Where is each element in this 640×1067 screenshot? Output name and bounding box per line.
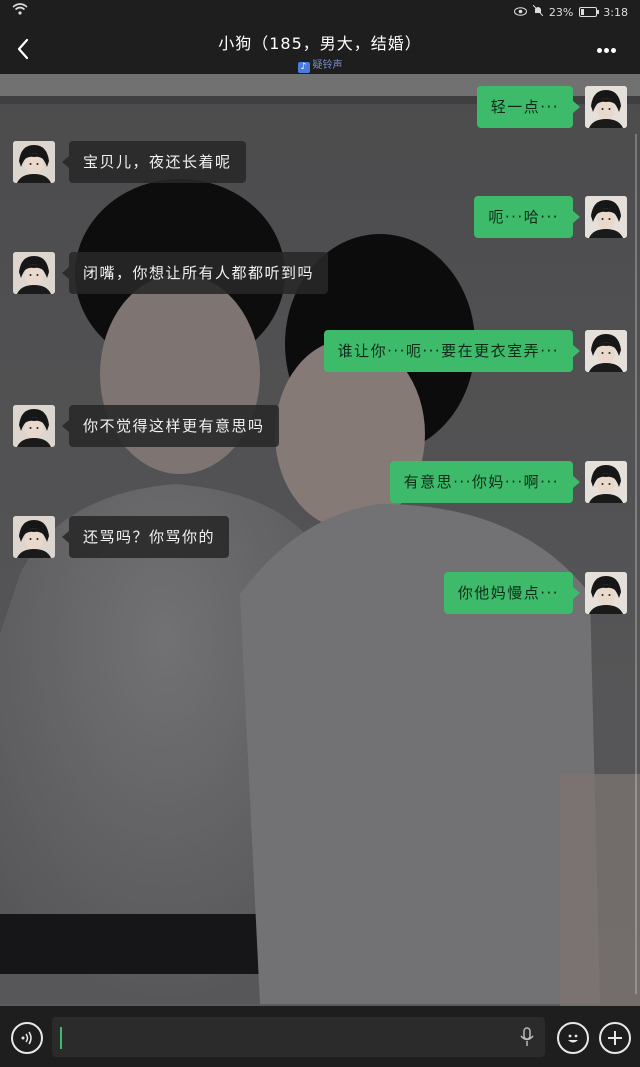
wifi-icon [12,3,28,18]
message-input[interactable] [52,1017,545,1057]
eye-icon [513,6,527,19]
chevron-left-icon [17,38,29,60]
battery-icon [579,7,600,17]
message-received: 宝贝儿，夜还长着呢 [13,141,246,183]
mute-bell-icon [532,4,544,19]
contact-avatar[interactable] [13,405,55,447]
chat-header: 小狗（185，男大，结婚） ♪ 疑铃声 [0,24,640,74]
back-button[interactable] [10,34,38,64]
message-sent: 谁让你···呃···要在更衣室弄··· [323,330,627,372]
plus-button[interactable] [599,1022,631,1054]
emoji-button[interactable] [557,1022,589,1054]
voice-button[interactable] [11,1022,43,1054]
message-sent: 呃···哈··· [474,196,627,238]
message-bubble[interactable]: 你不觉得这样更有意思吗 [62,405,279,447]
contact-avatar[interactable] [13,141,55,183]
message-bubble[interactable]: 宝贝儿，夜还长着呢 [62,141,246,183]
microphone-icon[interactable] [519,1027,535,1047]
my-avatar[interactable] [585,461,627,503]
clock: 3:18 [603,5,628,19]
message-sent: 有意思···你妈···啊··· [389,461,627,503]
my-avatar[interactable] [585,196,627,238]
message-bubble[interactable]: 谁让你···呃···要在更衣室弄··· [323,330,581,372]
chat-title: 小狗（185，男大，结婚） [218,34,422,53]
message-bubble[interactable]: 闭嘴，你想让所有人都都听到吗 [61,252,329,294]
chat-area[interactable]: 轻一点··· 宝贝儿，夜还长着呢呃···哈··· 闭嘴，你想让所有人都都听到吗谁… [0,74,640,1006]
message-bubble[interactable]: 呃···哈··· [474,196,580,238]
my-avatar[interactable] [585,86,627,128]
voice-icon [21,1031,32,1045]
my-avatar[interactable] [585,572,627,614]
battery-percent: 23% [548,5,574,19]
message-sent: 轻一点··· [476,86,627,128]
scroll-bar[interactable] [635,134,637,994]
input-bar [0,1006,640,1067]
plus-icon [608,1031,622,1045]
music-note-icon: ♪ [297,62,310,73]
text-cursor [60,1027,62,1049]
chat-subtitle: ♪ 疑铃声 [100,56,540,73]
message-received: 还骂吗？你骂你的 [13,516,230,558]
message-bubble[interactable]: 有意思···你妈···啊··· [389,461,581,503]
emoji-icon [568,1034,578,1043]
more-dots-icon [597,48,602,53]
message-sent: 你他妈慢点··· [443,572,627,614]
message-bubble[interactable]: 还骂吗？你骂你的 [61,516,230,558]
more-button[interactable] [596,38,624,62]
message-bubble[interactable]: 你他妈慢点··· [443,572,581,614]
message-received: 闭嘴，你想让所有人都都听到吗 [13,252,329,294]
message-bubble[interactable]: 轻一点··· [476,86,581,128]
contact-avatar[interactable] [13,516,55,558]
message-received: 你不觉得这样更有意思吗 [13,405,279,447]
my-avatar[interactable] [585,330,627,372]
contact-avatar[interactable] [13,252,55,294]
status-bar: 23% 3:18 [0,0,640,24]
subtitle-text: 疑铃声 [312,60,343,71]
